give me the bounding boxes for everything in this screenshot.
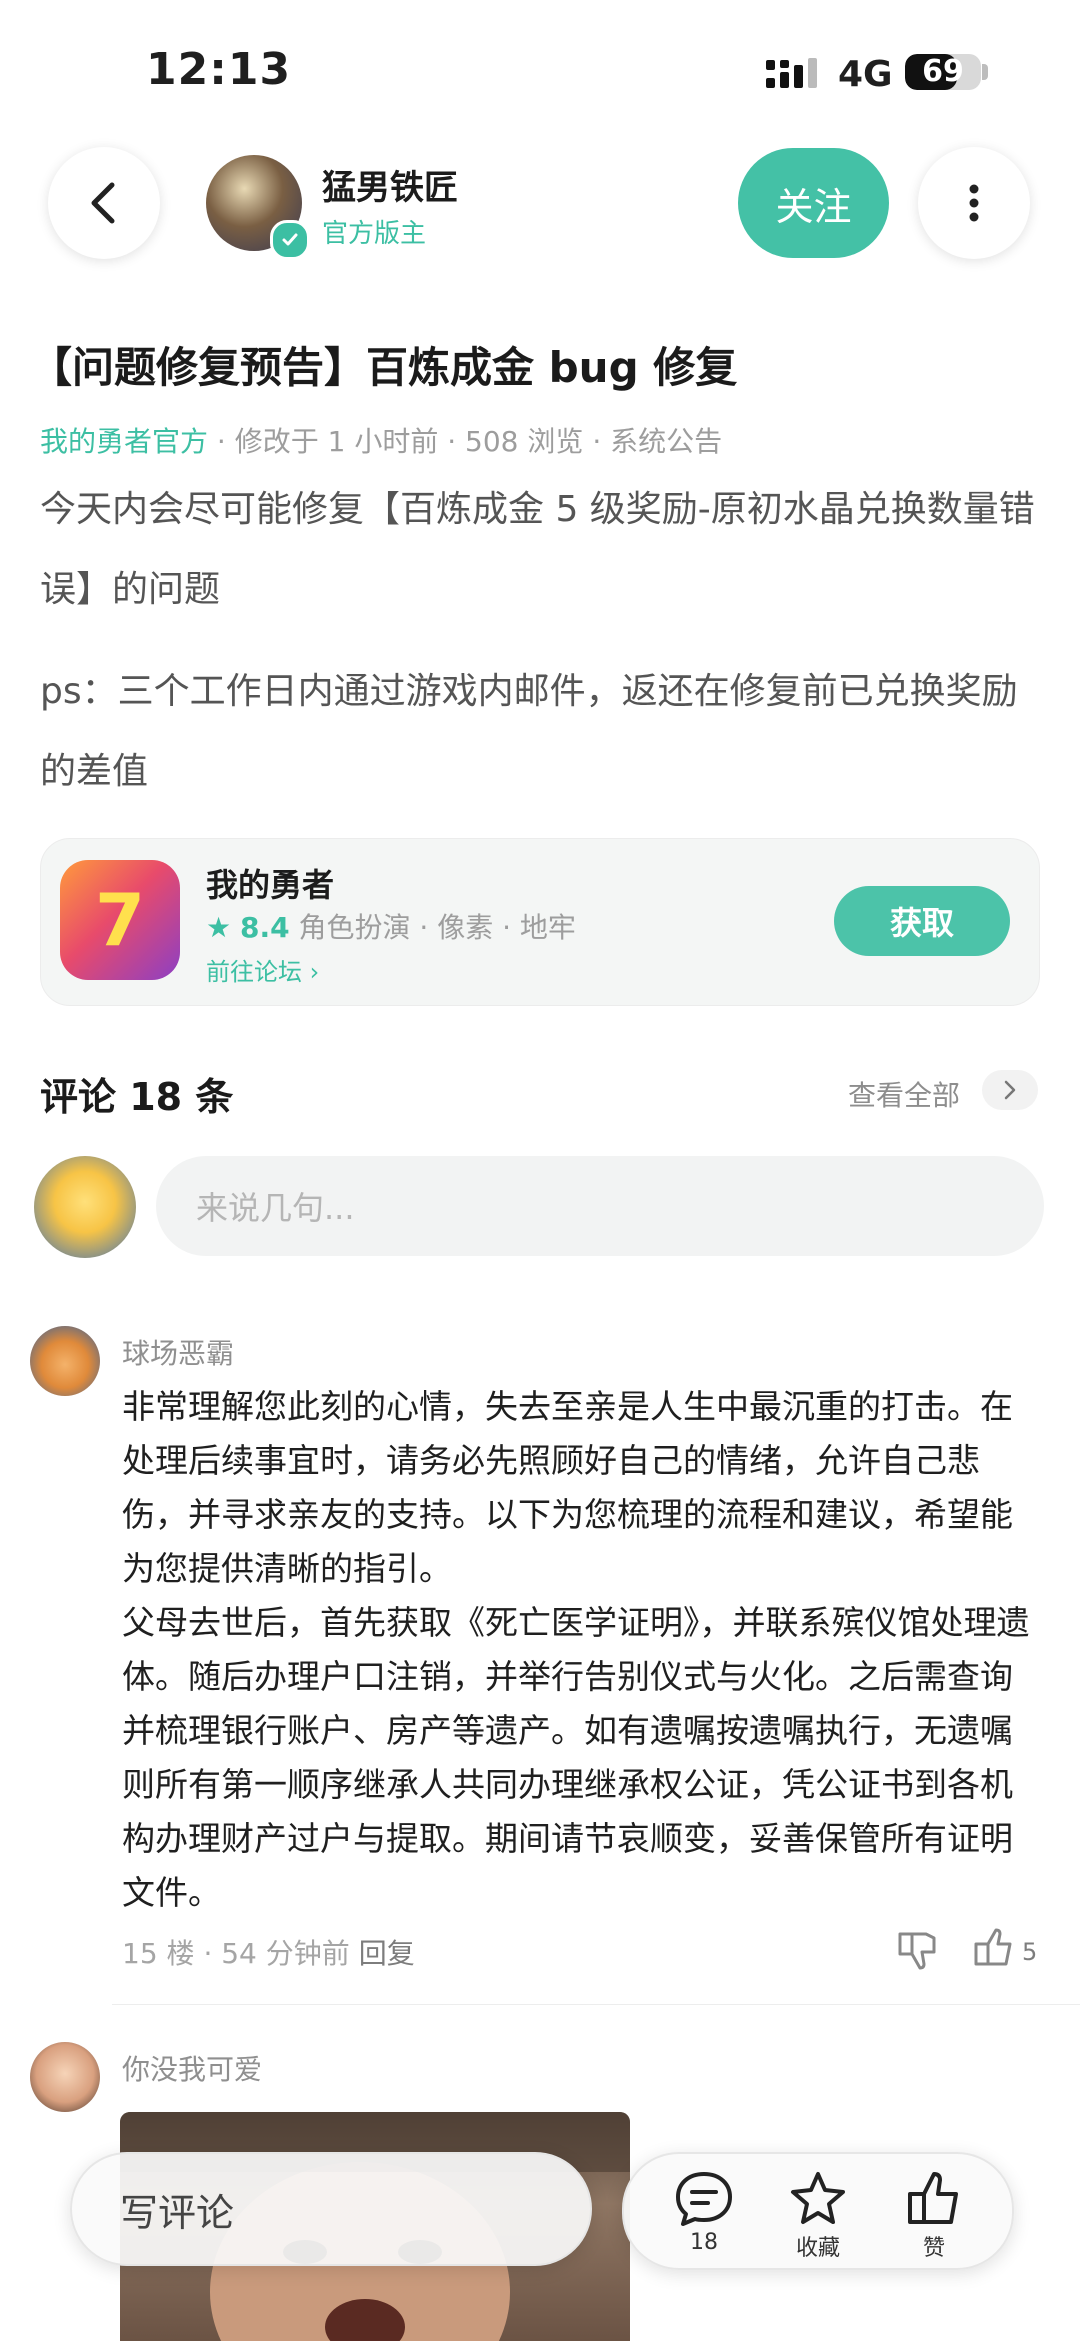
comment-text: 非常理解您此刻的心情，失去至亲是人生中最沉重的打击。在处理后续事宜时，请务必先照… [122, 1387, 1030, 1912]
battery-level: 69 [922, 54, 964, 89]
verified-badge-icon [270, 220, 310, 260]
view-all-link[interactable]: 查看全部 [848, 1074, 960, 1114]
comments-title: 评论 18 条 [40, 1075, 234, 1119]
author-role: 官方版主 [322, 219, 427, 249]
chevron-left-icon [91, 182, 115, 224]
star-icon: ★ [206, 911, 232, 944]
signal-icon [766, 58, 817, 88]
author-name[interactable]: 猛男铁匠 [322, 160, 458, 209]
battery-tip [982, 64, 988, 80]
thumbs-up-icon[interactable] [972, 1928, 1016, 1968]
star-icon [791, 2172, 845, 2224]
comment-bubble-icon [676, 2172, 732, 2226]
game-score: 8.4 [240, 911, 290, 944]
comment-time: · 54 分钟前 [203, 1937, 350, 1970]
comments-action[interactable]: 18 [664, 2170, 744, 2255]
like-action[interactable]: 赞 [894, 2170, 974, 2262]
status-time: 12:13 [146, 44, 292, 95]
comment-count: 18 [690, 2230, 718, 2255]
post-views: · 508 浏览 [447, 425, 584, 458]
post-paragraph: ps：三个工作日内通过游戏内邮件，返还在修复前已兑换奖励的差值 [40, 671, 1018, 792]
network-type: 4G [838, 54, 893, 95]
thumbs-down-icon[interactable] [896, 1930, 940, 1970]
game-tags: 角色扮演 · 像素 · 地牢 [298, 911, 576, 944]
post-paragraph: 今天内会尽可能修复【百炼成金 5 级奖励-原初水晶兑换数量错误】的问题 [40, 489, 1035, 610]
game-name[interactable]: 我的勇者 [206, 860, 334, 906]
view-all-button[interactable] [982, 1070, 1038, 1110]
chevron-right-icon [1004, 1080, 1016, 1100]
favorite-label: 收藏 [795, 2236, 840, 2261]
post-edited-time: · 修改于 1 小时前 [216, 425, 439, 458]
action-bar: 18 收藏 赞 [622, 2152, 1014, 2270]
chevron-right-icon: › [309, 958, 320, 986]
commenter-avatar[interactable] [30, 2042, 100, 2112]
my-avatar[interactable] [34, 1156, 136, 1258]
write-comment-button[interactable]: 写评论 [70, 2152, 592, 2266]
comment-divider [112, 2004, 1080, 2005]
get-game-button[interactable]: 获取 [834, 886, 1010, 956]
follow-button[interactable]: 关注 [738, 148, 889, 258]
forum-link-label: 前往论坛 [206, 958, 302, 986]
like-count: 5 [1022, 1938, 1038, 1966]
thumbs-up-icon [908, 2172, 958, 2224]
comment-input[interactable]: 来说几句... [156, 1156, 1044, 1256]
post-source[interactable]: 我的勇者官方 [40, 425, 208, 458]
battery-indicator: 69 [905, 54, 981, 90]
more-vertical-icon [969, 184, 979, 222]
comment-footer: 15 楼 · 54 分钟前 回复 [122, 1932, 415, 1972]
post-category: · 系统公告 [592, 425, 723, 458]
game-rating-row: ★ 8.4 角色扮演 · 像素 · 地牢 [206, 906, 576, 946]
commenter-name[interactable]: 你没我可爱 [122, 2048, 262, 2088]
comment-floor: 15 楼 [122, 1937, 195, 1970]
post-meta: 我的勇者官方 · 修改于 1 小时前 · 508 浏览 · 系统公告 [40, 420, 722, 460]
like-label: 赞 [922, 2236, 945, 2261]
forum-link[interactable]: 前往论坛 › [206, 952, 319, 987]
post-title: 【问题修复预告】百炼成金 bug 修复 [30, 343, 738, 392]
commenter-name[interactable]: 球场恶霸 [122, 1332, 234, 1372]
commenter-avatar[interactable] [30, 1326, 100, 1396]
game-app-icon[interactable]: 7 [60, 860, 180, 980]
reply-button[interactable]: 回复 [359, 1937, 415, 1970]
back-button[interactable] [48, 147, 160, 259]
favorite-action[interactable]: 收藏 [778, 2170, 858, 2262]
more-options-button[interactable] [918, 147, 1030, 259]
